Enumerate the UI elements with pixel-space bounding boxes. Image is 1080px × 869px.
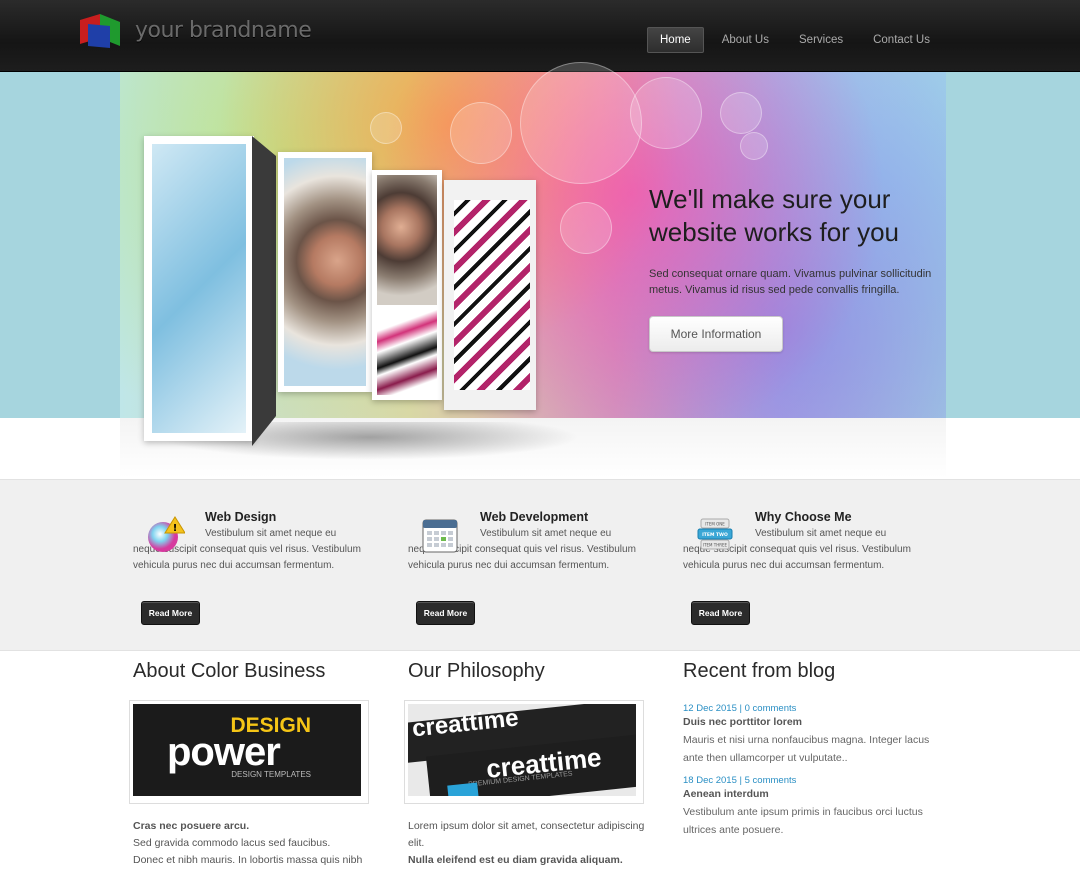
about-title: About Color Business: [133, 660, 326, 682]
nav-home[interactable]: Home: [647, 27, 704, 53]
svg-text:ITEM TWO: ITEM TWO: [702, 532, 728, 538]
post-excerpt: Mauris et nisi urna nonfaucibus magna. I…: [683, 734, 930, 764]
philosophy-section: Our Philosophy creattime creattime PREMI…: [404, 660, 648, 866]
post-title[interactable]: Aenean interdum: [683, 786, 933, 803]
nav-services[interactable]: Services: [787, 27, 855, 53]
philosophy-lead: Nulla eleifend est eu diam gravida aliqu…: [408, 854, 623, 866]
post-date[interactable]: 12 Dec 2015: [683, 703, 737, 714]
blog-post: 18 Dec 2015 | 5 comments Aenean interdum…: [683, 775, 933, 839]
blog-post: 12 Dec 2015 | 0 comments Duis nec portti…: [683, 703, 933, 767]
main-nav: Home About Us Services Contact Us: [647, 27, 942, 53]
nav-contact-us[interactable]: Contact Us: [861, 27, 942, 53]
feature-web-development: Web Development Vestibulum sit amet nequ…: [408, 510, 648, 625]
feature-why-choose-me: ITEM ONE ITEM TWO ITEM THREE Why Choose …: [683, 510, 923, 625]
brand-name[interactable]: your brandname: [135, 18, 312, 43]
about-text: Cras nec posuere arcu. Sed gravida commo…: [133, 820, 363, 866]
hero-title: We'll make sure your website works for y…: [649, 184, 899, 247]
about-section: About Color Business DESIGN power DESIGN…: [129, 660, 373, 866]
hero-description: Sed consequat ornare quam. Vivamus pulvi…: [649, 268, 932, 296]
read-more-button[interactable]: Read More: [691, 601, 750, 625]
post-date[interactable]: 18 Dec 2015: [683, 775, 737, 786]
blog-title: Recent from blog: [683, 660, 836, 682]
feature-title: Why Choose Me: [755, 510, 852, 524]
feature-web-design: ! Web Design Vestibulum sit amet neque e…: [133, 510, 373, 625]
about-lead: Cras nec posuere arcu.: [133, 820, 250, 832]
blog-posts: 12 Dec 2015 | 0 comments Duis nec portti…: [683, 697, 933, 839]
about-image[interactable]: DESIGN power DESIGN TEMPLATES: [129, 700, 369, 804]
post-meta: 18 Dec 2015 | 5 comments: [683, 775, 797, 786]
svg-text:ITEM THREE: ITEM THREE: [703, 543, 728, 548]
nav-about-us[interactable]: About Us: [710, 27, 781, 53]
philosophy-title: Our Philosophy: [408, 660, 545, 682]
post-meta: 12 Dec 2015 | 0 comments: [683, 703, 797, 714]
feature-title: Web Design: [205, 510, 277, 524]
philosophy-image[interactable]: creattime creattime PREMIUM DESIGN TEMPL…: [404, 700, 644, 804]
blog-section: Recent from blog 12 Dec 2015 | 0 comment…: [683, 660, 929, 836]
read-more-button[interactable]: Read More: [141, 601, 200, 625]
calendar-icon: [422, 519, 458, 553]
feature-title: Web Development: [480, 510, 589, 524]
philosophy-text: Lorem ipsum dolor sit amet, consectetur …: [408, 820, 645, 866]
palette-icon: !: [148, 516, 185, 552]
more-information-button[interactable]: More Information: [649, 316, 783, 352]
svg-text:ITEM ONE: ITEM ONE: [705, 522, 725, 527]
post-comments-link[interactable]: 0 comments: [745, 703, 797, 714]
svg-text:!: !: [173, 523, 178, 534]
list-menu-icon: ITEM ONE ITEM TWO ITEM THREE: [697, 518, 733, 550]
post-excerpt: Vestibulum ante ipsum primis in faucibus…: [683, 806, 923, 836]
features-section: ! Web Design Vestibulum sit amet neque e…: [0, 479, 1080, 651]
brand-logo-icon[interactable]: [78, 12, 122, 52]
site-header: your brandname Home About Us Services Co…: [0, 0, 1080, 72]
post-comments-link[interactable]: 5 comments: [745, 775, 797, 786]
read-more-button[interactable]: Read More: [416, 601, 475, 625]
post-title[interactable]: Duis nec porttitor lorem: [683, 714, 933, 731]
hero-showcase-image: [140, 132, 560, 452]
